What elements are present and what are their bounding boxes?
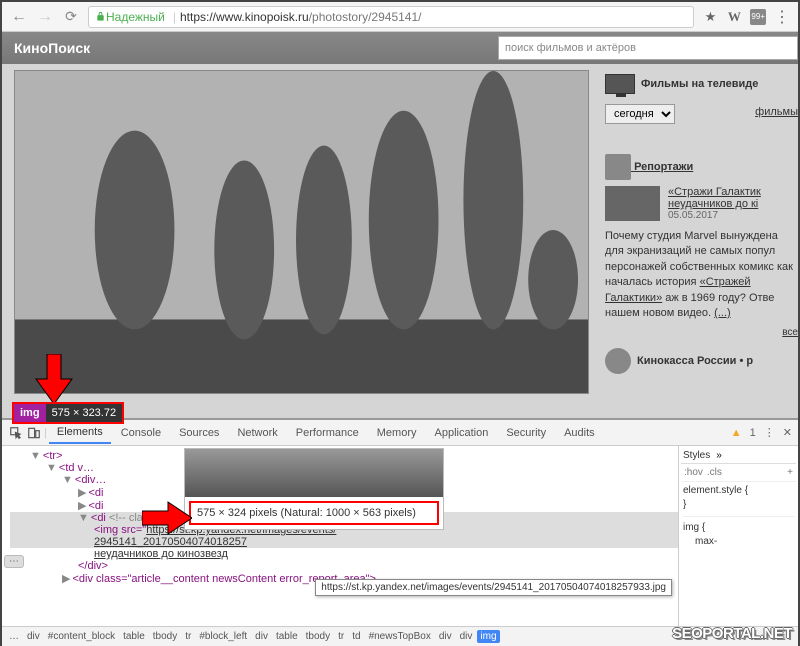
warning-count: 1 bbox=[750, 427, 756, 439]
tv-icon bbox=[605, 74, 635, 94]
main-image bbox=[14, 70, 589, 394]
cls-toggle[interactable]: .cls bbox=[707, 467, 722, 478]
forward-button[interactable]: → bbox=[36, 8, 54, 26]
reel-icon bbox=[605, 154, 631, 180]
watermark: SEOPORTAL.NET bbox=[672, 625, 792, 642]
tab-network[interactable]: Network bbox=[229, 423, 285, 443]
devtools-menu[interactable]: ⋮ bbox=[764, 426, 775, 439]
url-tooltip: https://st.kp.yandex.net/images/events/2… bbox=[315, 579, 672, 596]
tab-application[interactable]: Application bbox=[427, 423, 497, 443]
badge-icon[interactable]: 99+ bbox=[750, 9, 766, 25]
preview-dimensions: 575 × 324 pixels (Natural: 1000 × 563 pi… bbox=[189, 501, 439, 525]
inspect-tool-icon[interactable] bbox=[8, 425, 24, 441]
back-button[interactable]: ← bbox=[10, 8, 28, 26]
annotation-arrow-down bbox=[34, 354, 74, 404]
sidebar: Фильмы на телевиде сегодня фильмы Репорт… bbox=[605, 70, 798, 394]
tv-title: Фильмы на телевиде bbox=[641, 78, 758, 90]
warning-icon[interactable]: ▲ bbox=[731, 427, 742, 439]
devtools-close[interactable]: ✕ bbox=[783, 426, 792, 439]
refresh-button[interactable]: ⟳ bbox=[62, 8, 80, 26]
extension-icon[interactable]: ★ bbox=[702, 9, 718, 25]
search-input[interactable]: поиск фильмов и актёров bbox=[498, 36, 798, 60]
inspect-size: 575 × 323.72 bbox=[46, 404, 123, 422]
device-toggle-icon[interactable] bbox=[26, 425, 42, 441]
styles-tab[interactable]: Styles bbox=[683, 450, 710, 461]
site-logo[interactable]: КиноПоиск bbox=[14, 40, 90, 56]
tab-memory[interactable]: Memory bbox=[369, 423, 425, 443]
elements-panel[interactable]: ⋯ ▼<tr> ▼<td v… ▼<div… ▶<di ▶<di ▼<di <!… bbox=[2, 446, 678, 626]
image-preview-popup: 575 × 324 pixels (Natural: 1000 × 563 pi… bbox=[184, 448, 444, 530]
tab-console[interactable]: Console bbox=[113, 423, 169, 443]
styles-panel[interactable]: Styles» :hov .cls + element.style { } im… bbox=[678, 446, 798, 626]
element-dimension-badge: img 575 × 323.72 bbox=[12, 402, 124, 424]
wiki-icon[interactable]: W bbox=[726, 9, 742, 25]
browser-menu[interactable]: ⋮ bbox=[774, 7, 790, 27]
annotation-arrow-right bbox=[142, 501, 192, 535]
day-select[interactable]: сегодня bbox=[605, 104, 675, 124]
report-summary: Почему студия Marvel вынуждена для экран… bbox=[605, 229, 798, 321]
hov-toggle[interactable]: :hov bbox=[684, 467, 703, 478]
address-bar[interactable]: Надежный | https://www.kinopoisk.ru/phot… bbox=[88, 6, 694, 28]
report-date: 05.05.2017 bbox=[668, 210, 761, 221]
report-thumb[interactable] bbox=[605, 186, 660, 221]
devtools-panel: | Elements Console Sources Network Perfo… bbox=[2, 418, 798, 644]
url-host: https://www.kinopoisk.ru bbox=[180, 10, 309, 24]
all-link[interactable]: все bbox=[605, 327, 798, 338]
films-link[interactable]: фильмы bbox=[755, 106, 798, 118]
reports-title[interactable]: Репортажи bbox=[634, 161, 693, 173]
report-link[interactable]: «Стражи Галактикнеудачников до кі bbox=[668, 186, 761, 210]
inspect-tag: img bbox=[14, 404, 46, 422]
tab-performance[interactable]: Performance bbox=[288, 423, 367, 443]
cash-icon bbox=[605, 348, 631, 374]
tab-sources[interactable]: Sources bbox=[171, 423, 227, 443]
url-path: /photostory/2945141/ bbox=[309, 10, 422, 24]
tab-audits[interactable]: Audits bbox=[556, 423, 603, 443]
cash-title: Кинокасса России • р bbox=[637, 355, 753, 367]
preview-thumbnail bbox=[185, 449, 443, 497]
scroll-hint[interactable]: ⋯ bbox=[4, 555, 24, 568]
tab-security[interactable]: Security bbox=[498, 423, 554, 443]
add-rule[interactable]: + bbox=[787, 467, 793, 478]
styles-more[interactable]: » bbox=[716, 450, 722, 461]
tab-elements[interactable]: Elements bbox=[49, 422, 111, 444]
secure-label: Надежный bbox=[106, 10, 165, 24]
lock-icon bbox=[95, 11, 106, 22]
